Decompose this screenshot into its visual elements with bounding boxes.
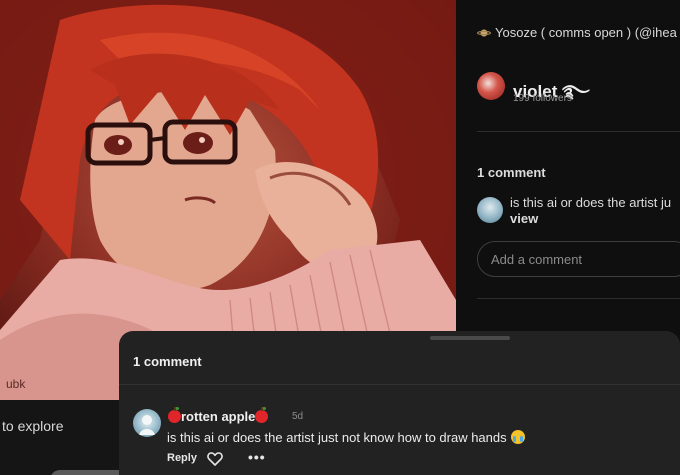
sheet-title: 1 comment — [133, 354, 202, 369]
artwork-watermark: ubk — [6, 377, 26, 391]
avatar-figure-icon — [139, 415, 155, 435]
pin-title: Yosoze ( comms open ) (@ihea — [477, 25, 677, 40]
pin-title-text: Yosoze ( comms open ) (@ihea — [495, 25, 677, 40]
divider — [477, 131, 680, 132]
comment-preview-text: is this ai or does the artist ju — [510, 195, 672, 210]
comments-sheet — [119, 331, 680, 475]
comments-heading[interactable]: 1 comment — [477, 165, 546, 180]
view-comments-link[interactable]: view — [510, 211, 538, 226]
divider — [119, 384, 680, 385]
reply-button[interactable]: Reply — [167, 452, 197, 464]
heart-icon[interactable] — [207, 452, 223, 466]
crying-face-icon — [510, 430, 525, 444]
comment-body-text: is this ai or does the artist just not k… — [167, 430, 507, 445]
comment-timestamp: 5d — [292, 411, 304, 422]
related-pin-thumbnail[interactable] — [50, 470, 130, 475]
sheet-drag-handle[interactable] — [430, 336, 510, 340]
apple-icon — [168, 407, 181, 423]
add-comment-input[interactable]: Add a comment — [477, 241, 680, 277]
comment-body: is this ai or does the artist just not k… — [167, 430, 525, 445]
commenter-avatar[interactable] — [477, 197, 503, 223]
author-avatar[interactable] — [477, 72, 505, 100]
explore-label[interactable]: to explore — [2, 418, 63, 434]
divider — [477, 298, 680, 299]
author-followers: 199 followers — [513, 93, 572, 104]
comment-username[interactable]: rotten apple — [168, 407, 269, 424]
comment-avatar[interactable] — [133, 409, 161, 437]
more-options-icon[interactable]: ••• — [248, 450, 266, 464]
apple-icon — [255, 407, 269, 423]
saturn-icon — [477, 29, 491, 37]
comment-username-text: rotten apple — [181, 409, 256, 424]
